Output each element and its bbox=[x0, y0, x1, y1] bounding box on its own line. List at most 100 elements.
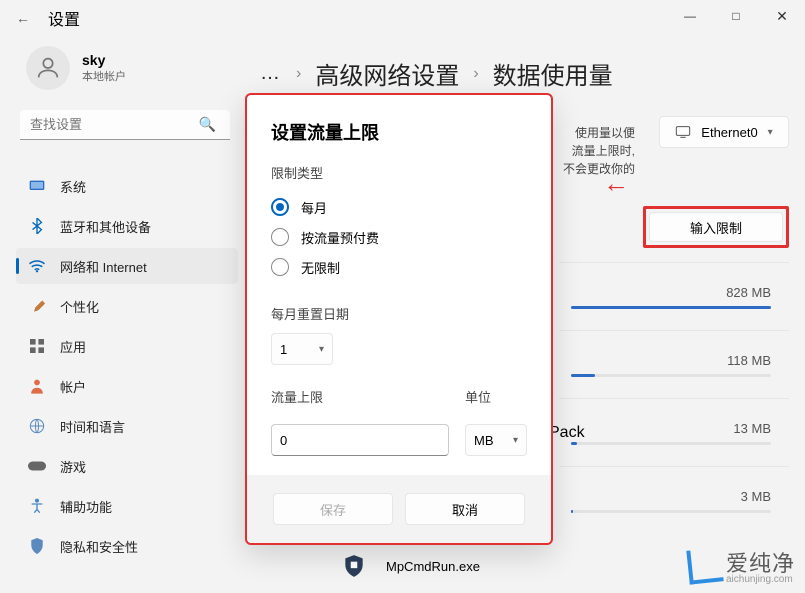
radio-icon bbox=[271, 198, 289, 216]
sidebar-item-game[interactable]: 游戏 bbox=[16, 448, 238, 484]
sidebar-item-apps[interactable]: 应用 bbox=[16, 328, 238, 364]
person-icon bbox=[28, 377, 46, 395]
shield-icon bbox=[340, 552, 368, 580]
titlebar-title: 设置 bbox=[48, 6, 80, 30]
usage-row: Pack13 MB bbox=[559, 398, 789, 466]
cancel-label: 取消 bbox=[452, 500, 478, 519]
usage-value: 3 MB bbox=[741, 489, 771, 504]
reset-date-dropdown[interactable]: 1 ▾ bbox=[271, 333, 333, 365]
globe-icon bbox=[28, 417, 46, 435]
radio-label: 无限制 bbox=[301, 258, 340, 277]
watermark-text: 爱纯净 bbox=[726, 551, 795, 576]
game-icon bbox=[28, 457, 46, 475]
usage-row: 828 MB bbox=[559, 262, 789, 330]
limit-label: 流量上限 bbox=[271, 387, 431, 406]
sidebar-item-person[interactable]: 帐户 bbox=[16, 368, 238, 404]
sidebar-item-system[interactable]: 系统 bbox=[16, 168, 238, 204]
sidebar-item-label: 系统 bbox=[60, 177, 86, 196]
sidebar-item-label: 时间和语言 bbox=[60, 417, 125, 436]
limit-type-label: 限制类型 bbox=[271, 163, 527, 182]
sidebar-item-accessibility[interactable]: 辅助功能 bbox=[16, 488, 238, 524]
reset-date-label: 每月重置日期 bbox=[271, 304, 527, 323]
save-label: 保存 bbox=[320, 500, 346, 519]
radio-label: 按流量预付费 bbox=[301, 228, 379, 247]
usage-row: 3 MB bbox=[559, 466, 789, 534]
sidebar-item-label: 游戏 bbox=[60, 457, 86, 476]
radio-icon bbox=[271, 258, 289, 276]
sidebar-item-label: 蓝牙和其他设备 bbox=[60, 217, 151, 236]
shield-icon bbox=[28, 537, 46, 555]
back-button[interactable]: ← bbox=[16, 10, 30, 26]
data-limit-input[interactable] bbox=[271, 424, 449, 456]
bluetooth-icon bbox=[28, 217, 46, 235]
account-block[interactable]: sky 本地帐户 bbox=[16, 46, 238, 90]
usage-bar bbox=[571, 306, 771, 309]
dialog-title: 设置流量上限 bbox=[271, 119, 527, 145]
sidebar-item-label: 隐私和安全性 bbox=[60, 537, 138, 556]
usage-bar bbox=[571, 510, 771, 513]
search-icon: 🔍 bbox=[199, 116, 216, 133]
limit-type-radio-group: 每月按流量预付费无限制 bbox=[271, 192, 527, 282]
minimize-button[interactable]: ― bbox=[667, 0, 713, 32]
radio-option-2[interactable]: 无限制 bbox=[271, 252, 527, 282]
breadcrumb-last: 数据使用量 bbox=[493, 56, 613, 91]
close-button[interactable]: ✕ bbox=[759, 0, 805, 32]
usage-value: 13 MB bbox=[733, 421, 771, 436]
app-row: MpCmdRun.exe bbox=[340, 552, 480, 580]
app-name: MpCmdRun.exe bbox=[386, 559, 480, 574]
sidebar-item-label: 辅助功能 bbox=[60, 497, 112, 516]
account-name: sky bbox=[82, 52, 126, 68]
accessibility-icon bbox=[28, 497, 46, 515]
radio-option-0[interactable]: 每月 bbox=[271, 192, 527, 222]
system-icon bbox=[28, 177, 46, 195]
sidebar-item-label: 应用 bbox=[60, 337, 86, 356]
avatar bbox=[26, 46, 70, 90]
enter-limit-button[interactable]: 输入限制 bbox=[649, 212, 783, 242]
data-limit-dialog: 设置流量上限 限制类型 每月按流量预付费无限制 每月重置日期 1 ▾ 流量上限 … bbox=[245, 93, 553, 545]
breadcrumb: … › 高级网络设置 › 数据使用量 bbox=[260, 56, 789, 91]
sidebar-item-wifi[interactable]: 网络和 Internet bbox=[16, 248, 238, 284]
sidebar-item-shield[interactable]: 隐私和安全性 bbox=[16, 528, 238, 564]
maximize-button[interactable]: □ bbox=[713, 0, 759, 32]
apps-icon bbox=[28, 337, 46, 355]
breadcrumb-mid[interactable]: 高级网络设置 bbox=[315, 56, 459, 91]
usage-bar bbox=[571, 374, 771, 377]
dialog-footer: 保存 取消 bbox=[247, 475, 551, 543]
radio-option-1[interactable]: 按流量预付费 bbox=[271, 222, 527, 252]
sidebar-item-label: 个性化 bbox=[60, 297, 99, 316]
breadcrumb-ellipsis[interactable]: … bbox=[260, 62, 282, 85]
nav-list: 系统蓝牙和其他设备网络和 Internet 个性化应用帐户时间和语言游戏辅助功能隐… bbox=[16, 168, 238, 564]
annotation-arrow-icon: ← bbox=[603, 168, 629, 199]
usage-row: 118 MB bbox=[559, 330, 789, 398]
brush-icon bbox=[28, 297, 46, 315]
chevron-down-icon: ▾ bbox=[513, 435, 518, 446]
window-controls: ― □ ✕ bbox=[667, 0, 805, 32]
watermark-logo-icon bbox=[686, 547, 723, 584]
unit-dropdown[interactable]: MB ▾ bbox=[465, 424, 527, 456]
chevron-right-icon: › bbox=[296, 65, 301, 83]
save-button[interactable]: 保存 bbox=[273, 493, 393, 525]
sidebar-item-bluetooth[interactable]: 蓝牙和其他设备 bbox=[16, 208, 238, 244]
unit-value: MB bbox=[474, 433, 494, 448]
cancel-button[interactable]: 取消 bbox=[405, 493, 525, 525]
radio-label: 每月 bbox=[301, 198, 327, 217]
account-sub: 本地帐户 bbox=[82, 68, 126, 84]
sidebar-item-globe[interactable]: 时间和语言 bbox=[16, 408, 238, 444]
chevron-down-icon: ▾ bbox=[319, 344, 324, 355]
sidebar: sky 本地帐户 🔍 系统蓝牙和其他设备网络和 Internet 个性化应用帐户时… bbox=[0, 46, 238, 568]
unit-label: 单位 bbox=[465, 387, 527, 406]
usage-value: 828 MB bbox=[726, 285, 771, 300]
sidebar-item-brush[interactable]: 个性化 bbox=[16, 288, 238, 324]
usage-label: Pack bbox=[549, 424, 585, 442]
usage-value: 118 MB bbox=[727, 353, 771, 368]
sidebar-item-label: 帐户 bbox=[60, 377, 86, 396]
enter-limit-highlight: 输入限制 bbox=[643, 206, 789, 248]
radio-icon bbox=[271, 228, 289, 246]
chevron-right-icon: › bbox=[473, 65, 478, 83]
usage-bar bbox=[571, 442, 771, 445]
reset-date-value: 1 bbox=[280, 342, 287, 357]
sidebar-item-label: 网络和 Internet bbox=[60, 257, 147, 276]
person-icon bbox=[34, 54, 62, 82]
watermark: 爱纯净 aichunjing.com bbox=[688, 546, 795, 585]
enter-limit-label: 输入限制 bbox=[690, 218, 742, 237]
